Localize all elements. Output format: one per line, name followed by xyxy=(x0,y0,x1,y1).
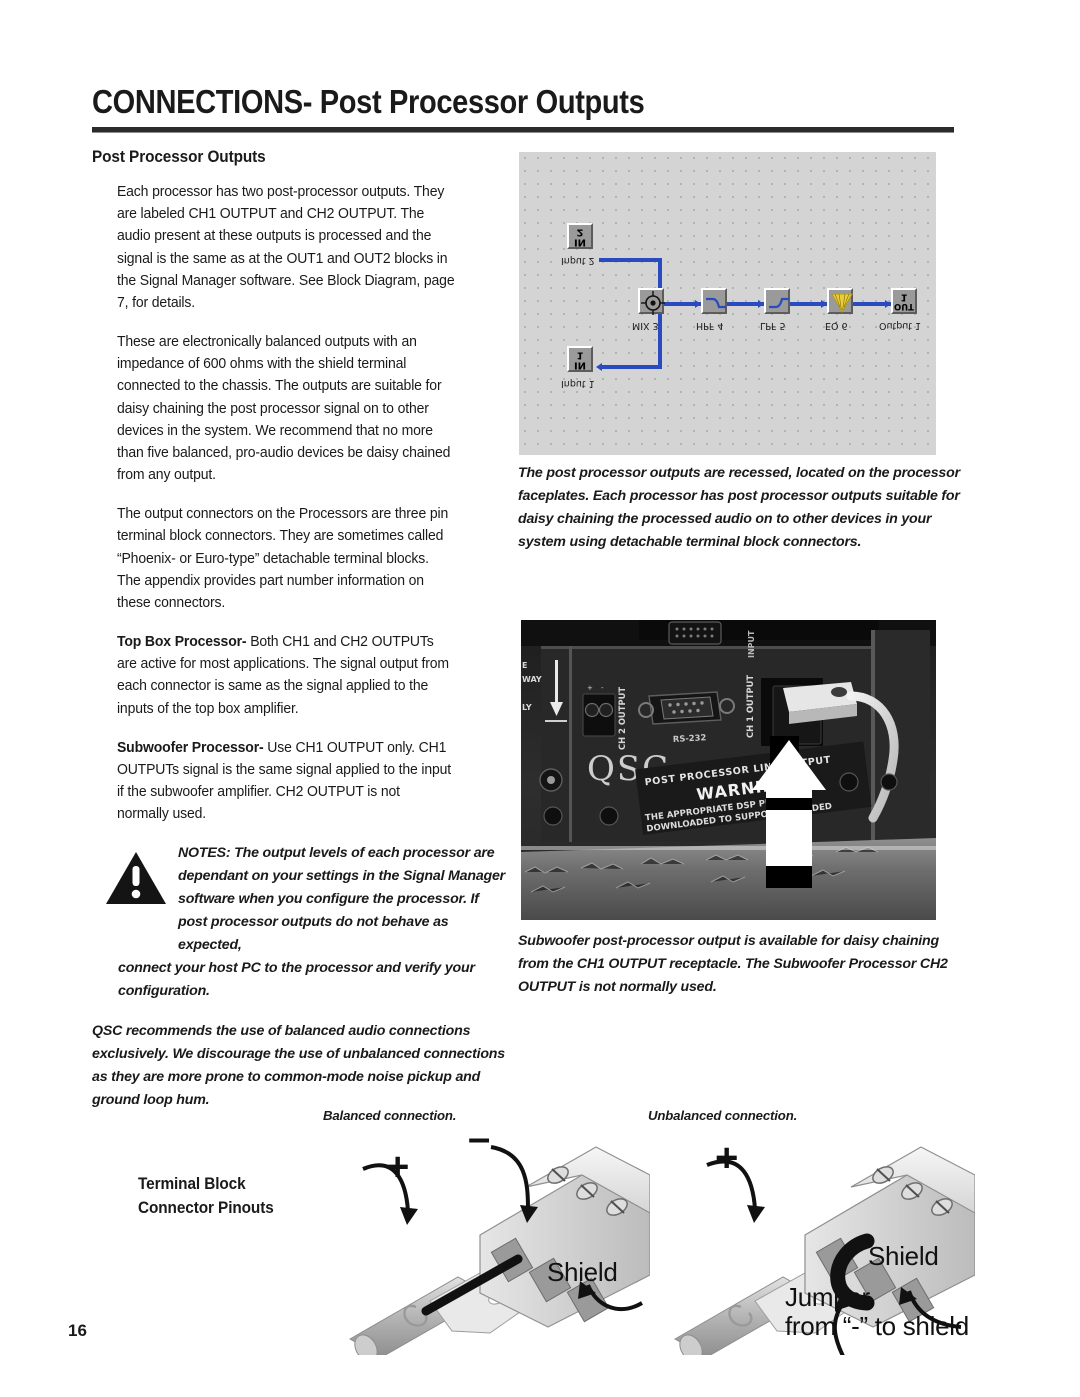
subwoofer-lead: Subwoofer Processor- xyxy=(116,739,264,756)
input1-number: 1 xyxy=(576,349,584,361)
photo-label-ch1: CH 1 OUTPUT xyxy=(745,675,755,738)
diagram-label-input2: Input 2 xyxy=(561,255,595,266)
diagram-block-input1[interactable]: 1 IN xyxy=(567,346,593,372)
pinouts-title: Terminal Block Connector Pinouts xyxy=(138,1172,274,1221)
terminal-block-body xyxy=(479,1146,650,1328)
photo-caption: Subwoofer post-processor output is avail… xyxy=(518,933,948,995)
lowpass-filter-icon xyxy=(769,297,789,309)
balanced-connection-label: Balanced connection. xyxy=(323,1108,457,1123)
input2-in-text: IN xyxy=(573,236,587,248)
section-subheading: Post Processor Outputs xyxy=(92,148,266,166)
unbalanced-plus-symbol: + xyxy=(715,1136,739,1180)
output1-out-text: OUT xyxy=(894,300,914,311)
balanced-shield-label: Shield xyxy=(547,1257,618,1287)
wire-in2-horizontal xyxy=(599,258,662,262)
page-title-rest: Post Processor Outputs xyxy=(312,83,645,120)
header-divider xyxy=(92,127,954,133)
arrow-plus-head xyxy=(400,1207,418,1225)
output1-number: 1 xyxy=(900,291,908,303)
wire-in1-horizontal xyxy=(599,365,662,369)
photo-side-text-3: LY xyxy=(522,703,532,712)
diagram-block-output1[interactable]: 1 OUT xyxy=(891,288,917,314)
left-text-column: Post Processor Outputs Each processor ha… xyxy=(92,148,522,1127)
input2-number: 2 xyxy=(576,226,584,238)
diagram-block-mix[interactable] xyxy=(638,288,665,315)
paragraph-3: The output connectors on the Processors … xyxy=(116,506,449,611)
notes-text-indented: NOTES: The output levels of each process… xyxy=(178,845,505,954)
diagram-label-output1: Output 1 xyxy=(879,320,922,331)
photo-side-text-1: E xyxy=(522,661,527,670)
balanced-connector-figure xyxy=(348,1145,650,1355)
highpass-filter-icon xyxy=(706,297,726,309)
photo-side-text-2: WAY xyxy=(522,675,542,684)
diagram-label-hpf: HPF 4 xyxy=(696,320,724,331)
notes-callout: NOTES: The output levels of each process… xyxy=(92,842,548,1003)
arrow-in1 xyxy=(596,363,602,371)
photo-label-rs232: RS-232 xyxy=(673,732,707,744)
vent-grille xyxy=(668,621,722,645)
diagram-caption: The post processor outputs are recessed,… xyxy=(518,465,960,550)
paragraph-1: Each processor has two post-processor ou… xyxy=(116,184,455,311)
notes-text-full: connect your host PC to the processor an… xyxy=(118,960,475,1000)
photo-label-input: INPUT xyxy=(747,630,756,658)
jumper-label-line2: from “-” to shield xyxy=(785,1311,969,1341)
paragraph-2: These are electronically balanced output… xyxy=(116,334,451,484)
photo-graphic: E WAY LY + - CH 2 OUTPUT RS-232 INPUT CH… xyxy=(521,620,936,920)
balanced-minus-symbol: – xyxy=(468,1116,491,1160)
qsc-recommendation-note: QSC recommends the use of balanced audio… xyxy=(92,1023,505,1109)
jumper-label-line1: Jumper xyxy=(785,1282,870,1312)
paragraph-top-box: Top Box Processor- Both CH1 and CH2 OUTP… xyxy=(92,631,455,720)
paragraph-subwoofer: Subwoofer Processor- Use CH1 OUTPUT only… xyxy=(92,737,455,826)
top-box-lead: Top Box Processor- xyxy=(116,634,247,651)
pinouts-title-line1: Terminal Block xyxy=(138,1175,246,1193)
mixer-icon xyxy=(641,291,665,315)
svg-text:+: + xyxy=(587,684,593,692)
warning-triangle-icon xyxy=(106,852,166,905)
unbalanced-shield-label: Shield xyxy=(868,1241,939,1271)
diagram-block-input2[interactable]: 2 IN xyxy=(567,223,593,249)
page-title: CONNECTIONS- Post Processor Outputs xyxy=(92,85,849,118)
diagram-block-eq[interactable] xyxy=(827,288,853,314)
equalizer-icon xyxy=(831,293,853,314)
diagram-block-hpf[interactable] xyxy=(701,288,727,314)
diagram-label-input1: Input 1 xyxy=(561,378,595,389)
document-page: CONNECTIONS- Post Processor Outputs Post… xyxy=(0,0,1080,1397)
diagram-block-lpf[interactable] xyxy=(764,288,790,314)
diagram-label-mix: MIX 3 xyxy=(632,320,659,331)
unbalanced-connection-label: Unbalanced connection. xyxy=(648,1108,798,1123)
arrow-plus-head-unbalanced xyxy=(747,1205,765,1223)
page-number: 16 xyxy=(68,1321,87,1340)
photo-label-ch2: CH 2 OUTPUT xyxy=(617,687,627,750)
diagram-label-lpf: LPF 5 xyxy=(760,320,786,331)
page-title-bold: CONNECTIONS- xyxy=(92,83,313,120)
diagram-label-eq: EQ 6 xyxy=(825,320,848,331)
pinouts-title-line2: Connector Pinouts xyxy=(138,1199,274,1218)
balanced-plus-symbol: + xyxy=(386,1145,410,1189)
input1-in-text: IN xyxy=(573,359,587,371)
processor-rear-panel-photo: E WAY LY + - CH 2 OUTPUT RS-232 INPUT CH… xyxy=(521,620,936,920)
signal-manager-block-diagram: 2 IN Input 2 1 IN Input 1 MIX 3 HPF 4 LP… xyxy=(519,152,936,455)
